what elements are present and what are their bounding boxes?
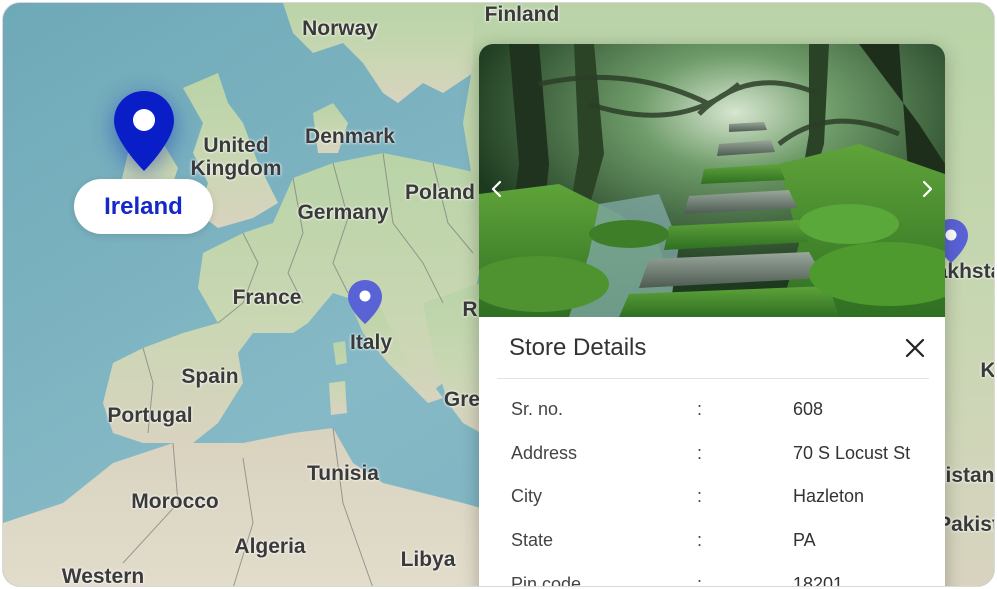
detail-separator: : xyxy=(697,486,703,507)
label-k-partial: K xyxy=(980,359,995,382)
label-greece-partial: Gre xyxy=(443,388,481,411)
label-united-kingdom: United Kingdom xyxy=(191,134,282,180)
label-spain: Spain xyxy=(181,365,239,388)
detail-value: 18201 xyxy=(793,573,844,587)
detail-value: 70 S Locust St xyxy=(793,442,911,463)
label-united-kingdom-line1: United xyxy=(203,134,269,157)
detail-row-address: Address : 70 S Locust St xyxy=(511,432,931,476)
detail-separator: : xyxy=(697,399,703,420)
label-poland: Poland xyxy=(404,181,476,204)
detail-label: Pin code xyxy=(511,573,582,587)
detail-label: State xyxy=(511,530,554,551)
detail-value: PA xyxy=(793,530,816,551)
chevron-right-icon xyxy=(922,180,933,198)
label-denmark: Denmark xyxy=(305,125,395,148)
store-details-header: Store Details xyxy=(497,317,929,379)
label-finland: Finland xyxy=(484,3,560,26)
detail-label: Sr. no. xyxy=(511,399,564,420)
selected-map-pin-icon[interactable] xyxy=(111,89,177,173)
label-france: France xyxy=(232,286,302,309)
detail-row-city: City : Hazleton xyxy=(511,475,931,519)
label-italy: Italy xyxy=(349,331,393,354)
detail-label: City xyxy=(511,486,542,507)
map-container[interactable]: Finland Norway United Kingdom Denmark Po… xyxy=(2,2,995,587)
previous-image-button[interactable] xyxy=(483,172,511,206)
store-photo xyxy=(479,44,945,317)
store-details-card: Store Details Sr. no. : 608 Address : 70… xyxy=(479,44,945,587)
label-algeria: Algeria xyxy=(234,535,306,558)
detail-row-pin-code: Pin code : 18201 xyxy=(511,562,931,587)
label-libya: Libya xyxy=(400,548,456,571)
detail-separator: : xyxy=(697,573,703,587)
store-details-title: Store Details xyxy=(509,333,647,361)
label-united-kingdom-line2: Kingdom xyxy=(190,157,282,180)
detail-separator: : xyxy=(697,530,703,551)
label-western: Western xyxy=(61,565,145,587)
next-image-button[interactable] xyxy=(913,172,941,206)
chevron-left-icon xyxy=(491,180,502,198)
map-pin-icon[interactable] xyxy=(347,279,383,325)
close-icon xyxy=(905,338,925,357)
label-norway: Norway xyxy=(302,17,378,40)
label-portugal: Portugal xyxy=(107,404,193,427)
detail-label: Address xyxy=(511,442,578,463)
label-istan-partial: istan xyxy=(945,464,995,487)
detail-separator: : xyxy=(697,442,703,463)
selected-location-label[interactable]: Ireland xyxy=(74,179,213,234)
detail-row-state: State : PA xyxy=(511,519,931,563)
detail-value: 608 xyxy=(793,399,824,420)
label-romania-partial: R xyxy=(462,298,478,321)
close-button[interactable] xyxy=(901,334,929,362)
label-germany: Germany xyxy=(297,201,389,224)
label-morocco: Morocco xyxy=(131,490,219,513)
store-details-list: Sr. no. : 608 Address : 70 S Locust St C… xyxy=(511,388,931,587)
label-tunisia: Tunisia xyxy=(307,462,379,485)
detail-row-sr-no: Sr. no. : 608 xyxy=(511,388,931,432)
detail-value: Hazleton xyxy=(793,486,865,507)
label-pakistan-partial: Pakist xyxy=(937,513,995,536)
